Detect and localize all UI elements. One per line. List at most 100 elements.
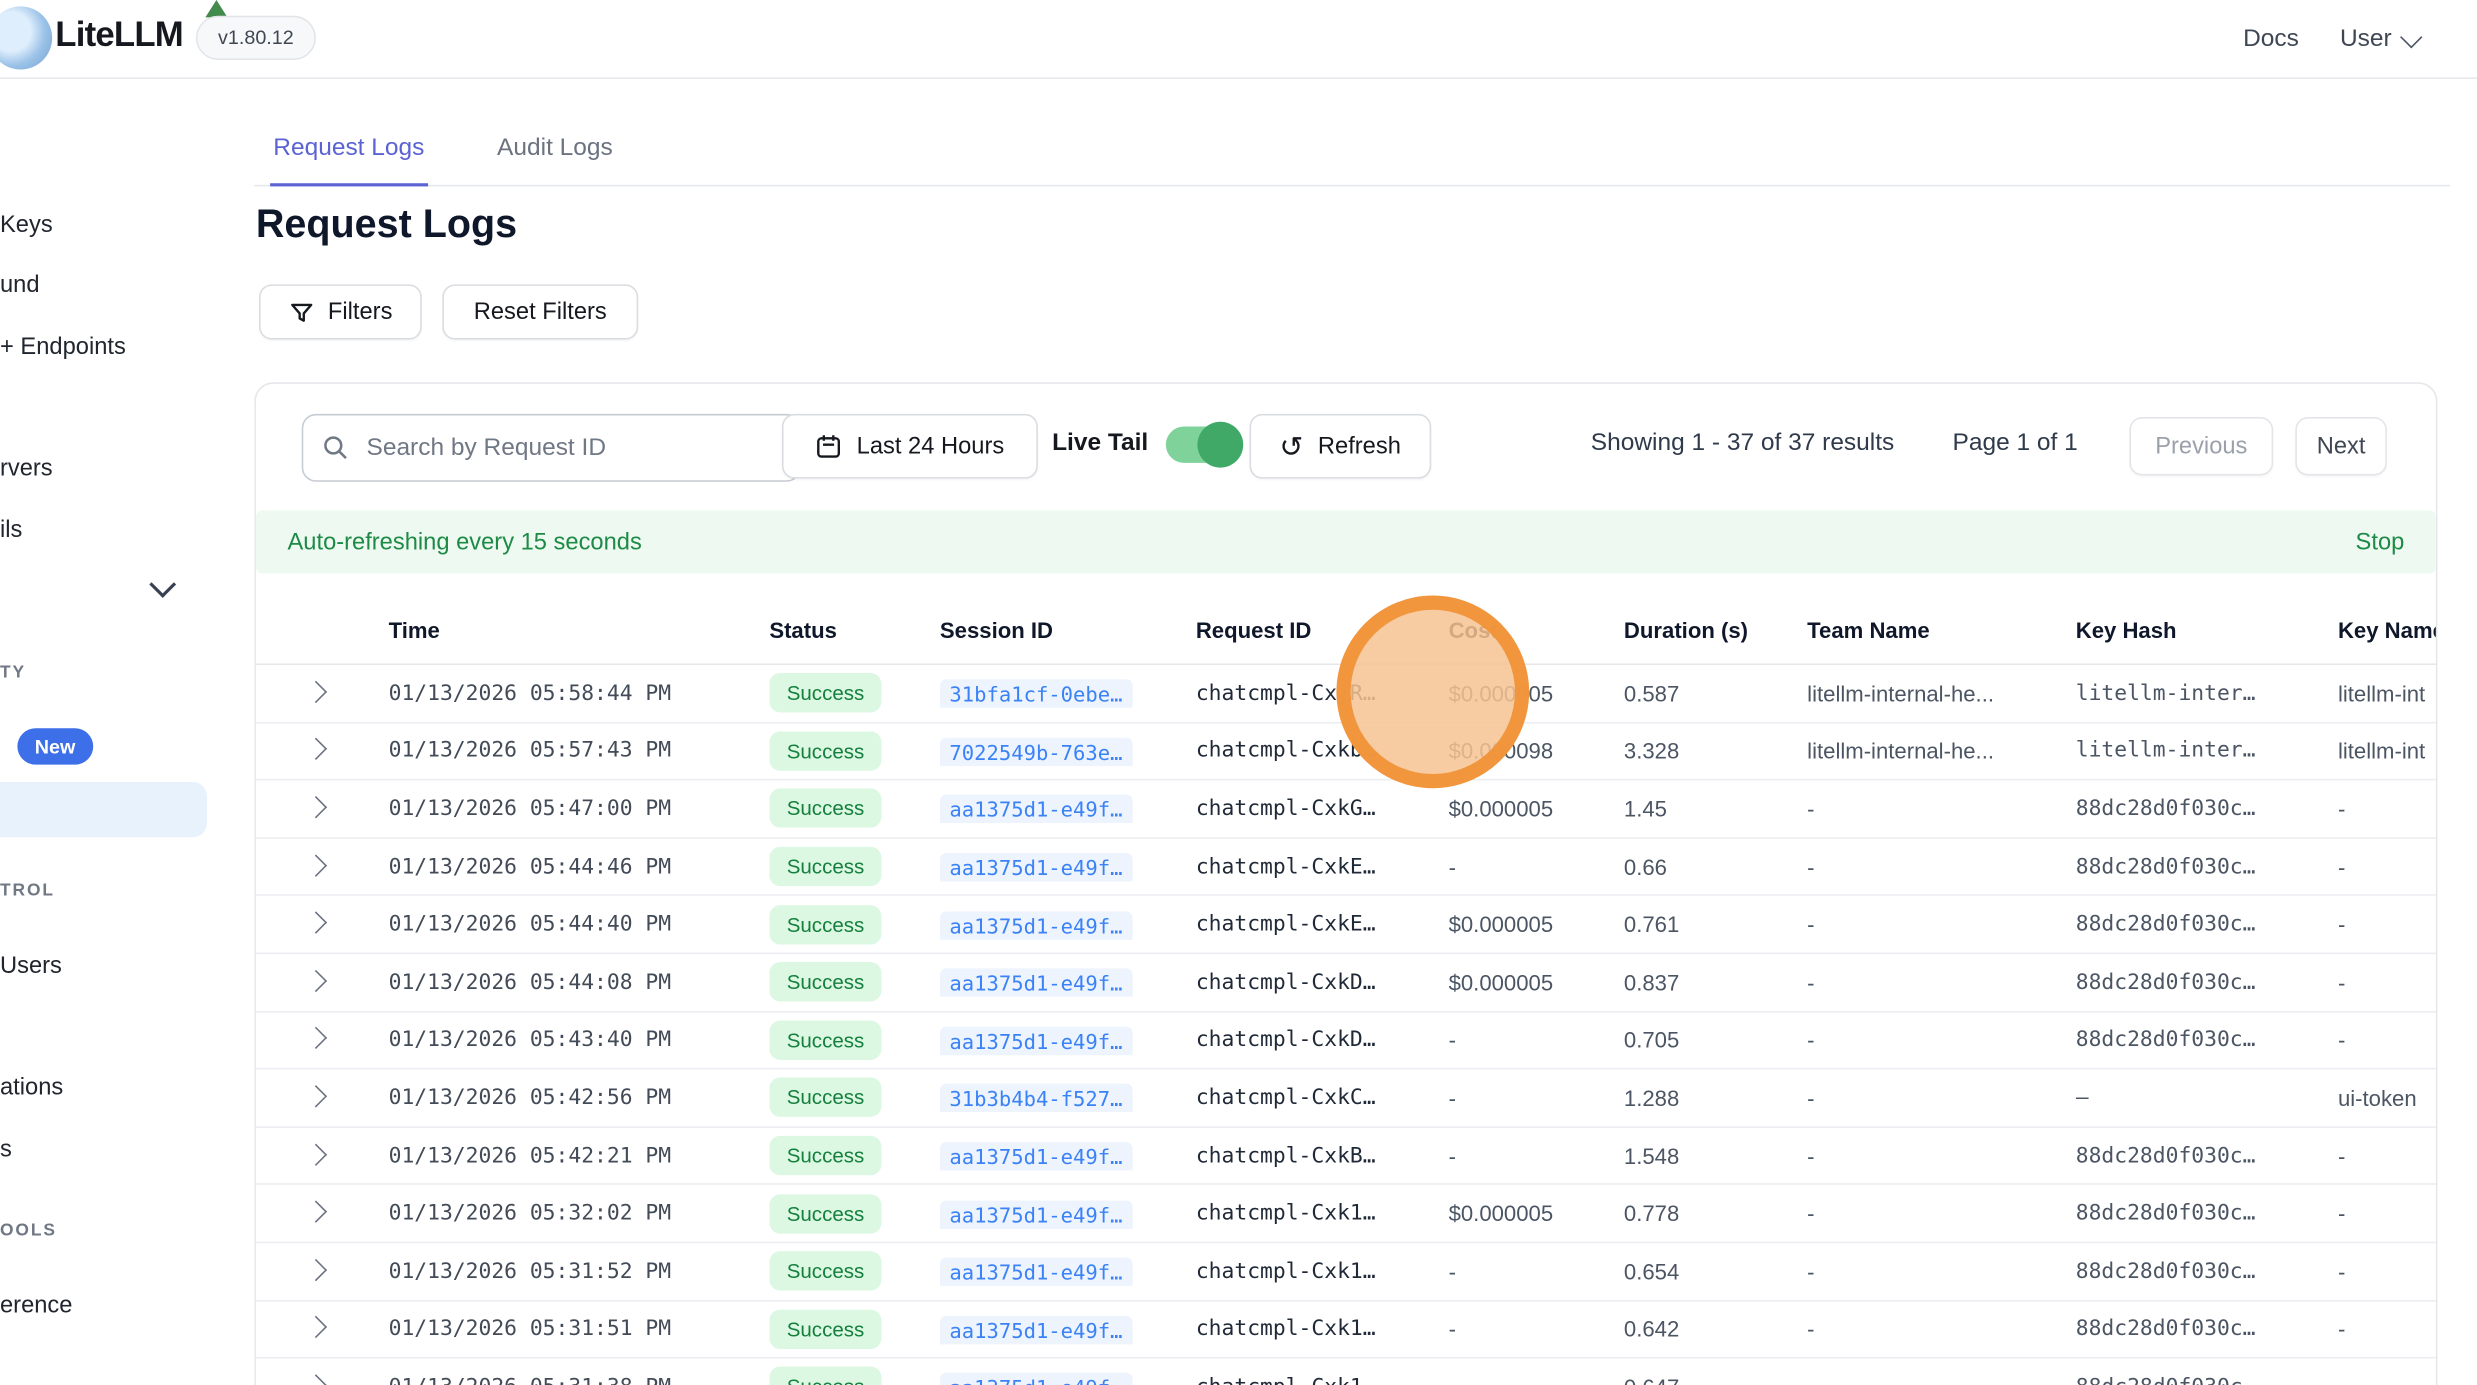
sidebar-item-organizations[interactable]: ations [0, 1074, 63, 1101]
filters-button[interactable]: Filters [259, 284, 422, 339]
reset-filters-label: Reset Filters [474, 299, 607, 326]
table-row[interactable]: 01/13/2026 05:57:43 PM Success 7022549b-… [256, 723, 2436, 781]
sidebar-item-guardrails[interactable]: ils [0, 517, 22, 544]
row-team-name: litellm-internal-he... [1807, 681, 2076, 706]
sidebar-section-tools: OOLS [0, 1221, 57, 1240]
row-expand-chevron-icon[interactable] [305, 969, 327, 991]
row-expand-chevron-icon[interactable] [305, 1374, 327, 1385]
status-badge: Success [769, 789, 881, 828]
row-expand-chevron-icon[interactable] [305, 1316, 327, 1338]
table-row[interactable]: 01/13/2026 05:47:00 PM Success aa1375d1-… [256, 781, 2436, 839]
table-row[interactable]: 01/13/2026 05:31:52 PM Success aa1375d1-… [256, 1243, 2436, 1301]
table-row[interactable]: 01/13/2026 05:32:02 PM Success aa1375d1-… [256, 1185, 2436, 1243]
stop-auto-refresh-button[interactable]: Stop [2356, 528, 2405, 555]
row-expand-chevron-icon[interactable] [305, 1143, 327, 1165]
row-time: 01/13/2026 05:43:40 PM [389, 1027, 770, 1052]
row-request-id: chatcmpl-Cxkb… [1196, 738, 1449, 763]
row-key-name: - [2338, 1201, 2436, 1226]
row-team-name: - [1807, 1374, 2076, 1385]
column-header-key-name: Key Name [2338, 617, 2436, 642]
row-expand-chevron-icon[interactable] [305, 1085, 327, 1107]
column-header-team-name: Team Name [1807, 617, 2076, 642]
session-id-link[interactable]: aa1375d1-e49f… [940, 795, 1132, 823]
user-menu[interactable]: User [2340, 24, 2417, 52]
session-id-link[interactable]: aa1375d1-e49f… [940, 1373, 1132, 1385]
row-expand-chevron-icon[interactable] [305, 854, 327, 876]
column-header-duration: Duration (s) [1624, 617, 1807, 642]
refresh-button[interactable]: ↻ Refresh [1250, 414, 1432, 479]
row-time: 01/13/2026 05:44:46 PM [389, 854, 770, 879]
row-cost: $0.000005 [1449, 681, 1624, 706]
next-page-button[interactable]: Next [2295, 417, 2387, 475]
row-request-id: chatcmpl-CxkE… [1196, 912, 1449, 937]
row-key-name: - [2338, 1027, 2436, 1052]
sidebar-item-teams[interactable]: s [0, 1136, 12, 1163]
main-content: Request Logs Audit Logs Request Logs Fil… [254, 77, 2477, 1385]
session-id-link[interactable]: aa1375d1-e49f… [940, 1258, 1132, 1286]
row-duration: 0.705 [1624, 1027, 1807, 1052]
row-duration: 0.66 [1624, 854, 1807, 879]
table-row[interactable]: 01/13/2026 05:43:40 PM Success aa1375d1-… [256, 1012, 2436, 1070]
reset-filters-button[interactable]: Reset Filters [442, 284, 638, 339]
session-id-link[interactable]: aa1375d1-e49f… [940, 969, 1132, 997]
row-duration: 0.837 [1624, 970, 1807, 995]
tree-icon [205, 0, 227, 17]
sidebar-item-internal-users[interactable]: Users [0, 953, 62, 980]
session-id-link[interactable]: aa1375d1-e49f… [940, 1027, 1132, 1055]
table-row[interactable]: 01/13/2026 05:31:51 PM Success aa1375d1-… [256, 1301, 2436, 1359]
row-request-id: chatcmpl-CxkC… [1196, 1085, 1449, 1110]
sidebar-collapse-chevron-icon[interactable] [149, 571, 176, 598]
docs-link[interactable]: Docs [2243, 24, 2299, 52]
session-id-link[interactable]: 31bfa1cf-0ebe… [940, 680, 1132, 708]
session-id-link[interactable]: aa1375d1-e49f… [940, 1142, 1132, 1170]
tab-audit-logs[interactable]: Audit Logs [494, 134, 616, 185]
row-duration: 0.587 [1624, 681, 1807, 706]
row-expand-chevron-icon[interactable] [305, 1258, 327, 1280]
sidebar-item-models-endpoints[interactable]: + Endpoints [0, 333, 126, 360]
session-id-link[interactable]: aa1375d1-e49f… [940, 853, 1132, 881]
sidebar-item-playground[interactable]: und [0, 272, 40, 299]
row-time: 01/13/2026 05:44:08 PM [389, 970, 770, 995]
table-row[interactable]: 01/13/2026 05:42:21 PM Success aa1375d1-… [256, 1128, 2436, 1186]
row-request-id: chatcmpl-CxjR… [1196, 681, 1449, 706]
table-row[interactable]: 01/13/2026 05:44:46 PM Success aa1375d1-… [256, 838, 2436, 896]
live-tail-toggle[interactable] [1166, 427, 1239, 463]
sidebar-item-logs-active[interactable] [0, 782, 207, 837]
status-badge: Success [769, 1367, 881, 1385]
row-expand-chevron-icon[interactable] [305, 680, 327, 702]
row-key-name: - [2338, 1259, 2436, 1284]
session-id-link[interactable]: aa1375d1-e49f… [940, 1200, 1132, 1228]
sidebar-item-servers[interactable]: rvers [0, 455, 53, 482]
search-input[interactable] [363, 432, 780, 464]
time-range-button[interactable]: Last 24 Hours [782, 414, 1038, 479]
row-key-name: ui-token [2338, 1085, 2436, 1110]
table-row[interactable]: 01/13/2026 05:44:08 PM Success aa1375d1-… [256, 954, 2436, 1012]
row-duration: 1.548 [1624, 1143, 1807, 1168]
sidebar-item-api-reference[interactable]: erence [0, 1292, 72, 1319]
row-expand-chevron-icon[interactable] [305, 912, 327, 934]
row-cost: - [1449, 1374, 1624, 1385]
table-row[interactable]: 01/13/2026 05:58:44 PM Success 31bfa1cf-… [256, 665, 2436, 723]
row-key-hash: litellm-inter… [2076, 738, 2338, 763]
tab-request-logs[interactable]: Request Logs [270, 134, 427, 186]
row-key-hash: 88dc28d0f030c… [2076, 970, 2338, 995]
row-key-name: - [2338, 1374, 2436, 1385]
session-id-link[interactable]: 7022549b-763e… [940, 738, 1132, 766]
row-key-name: litellm-int [2338, 681, 2436, 706]
row-expand-chevron-icon[interactable] [305, 738, 327, 760]
previous-page-button[interactable]: Previous [2129, 417, 2273, 475]
session-id-link[interactable]: aa1375d1-e49f… [940, 1316, 1132, 1344]
table-row[interactable]: 01/13/2026 05:31:38 PM Success aa1375d1-… [256, 1359, 2436, 1385]
table-row[interactable]: 01/13/2026 05:44:40 PM Success aa1375d1-… [256, 896, 2436, 954]
session-id-link[interactable]: aa1375d1-e49f… [940, 911, 1132, 939]
session-id-link[interactable]: 31b3b4b4-f527… [940, 1084, 1132, 1112]
row-expand-chevron-icon[interactable] [305, 1201, 327, 1223]
sidebar-item-keys[interactable]: Keys [0, 212, 53, 239]
row-cost: - [1449, 854, 1624, 879]
row-request-id: chatcmpl-Cxk1… [1196, 1316, 1449, 1341]
table-rows: 01/13/2026 05:58:44 PM Success 31bfa1cf-… [256, 665, 2436, 1385]
table-row[interactable]: 01/13/2026 05:42:56 PM Success 31b3b4b4-… [256, 1070, 2436, 1128]
column-header-session-id: Session ID [940, 617, 1196, 642]
row-expand-chevron-icon[interactable] [305, 1027, 327, 1049]
row-expand-chevron-icon[interactable] [305, 796, 327, 818]
